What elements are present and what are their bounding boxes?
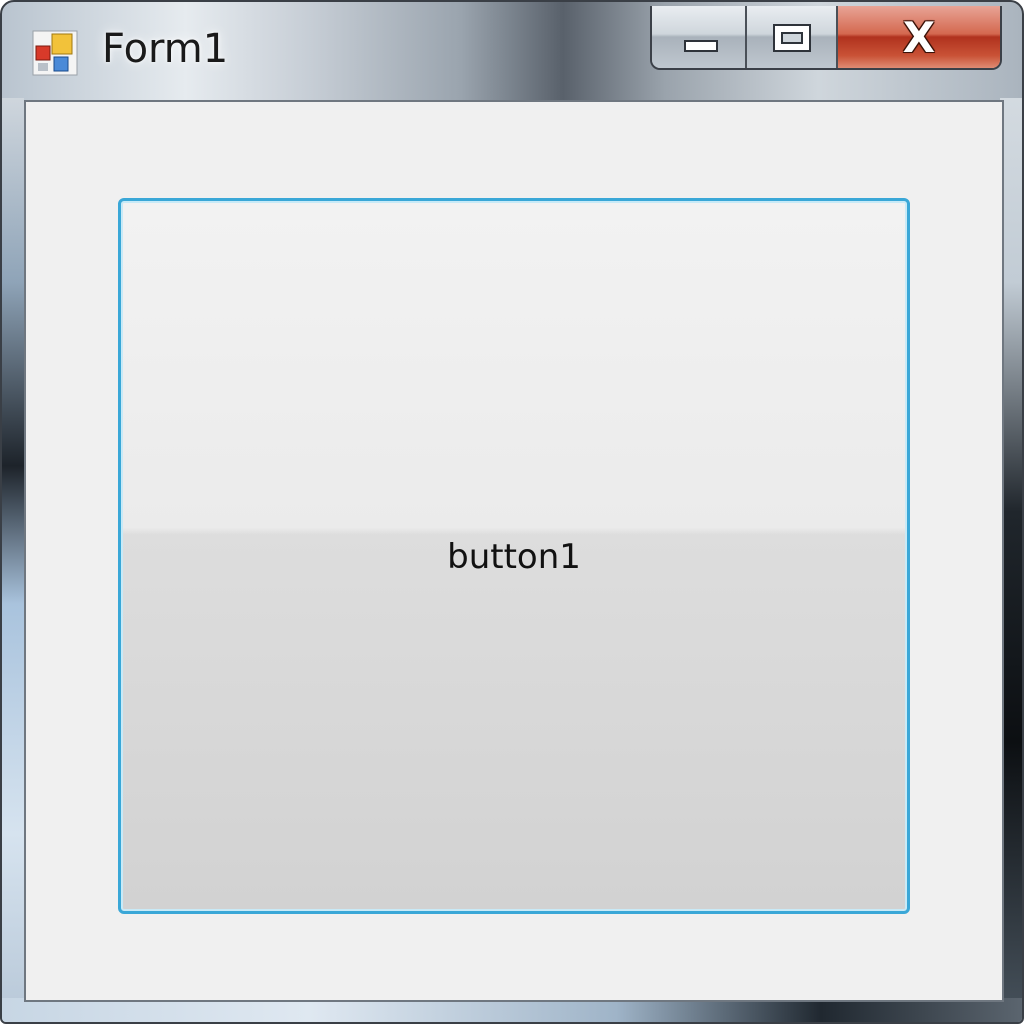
minimize-icon bbox=[684, 40, 718, 52]
form1-window: Form1 X button1 bbox=[0, 0, 1024, 1024]
close-icon: X bbox=[902, 13, 936, 62]
title-bar[interactable]: Form1 X bbox=[2, 2, 1022, 98]
form-client-area: button1 bbox=[24, 100, 1004, 1002]
maximize-icon bbox=[772, 24, 811, 52]
button1-label: button1 bbox=[447, 537, 581, 577]
window-title: Form1 bbox=[102, 26, 229, 72]
button1[interactable]: button1 bbox=[118, 198, 910, 914]
maximize-button[interactable] bbox=[746, 6, 838, 68]
windows-form-icon[interactable] bbox=[32, 30, 78, 76]
window-frame-left[interactable] bbox=[2, 98, 24, 1018]
minimize-button[interactable] bbox=[652, 6, 747, 68]
caption-buttons: X bbox=[650, 6, 1002, 70]
close-button[interactable]: X bbox=[837, 6, 1000, 68]
